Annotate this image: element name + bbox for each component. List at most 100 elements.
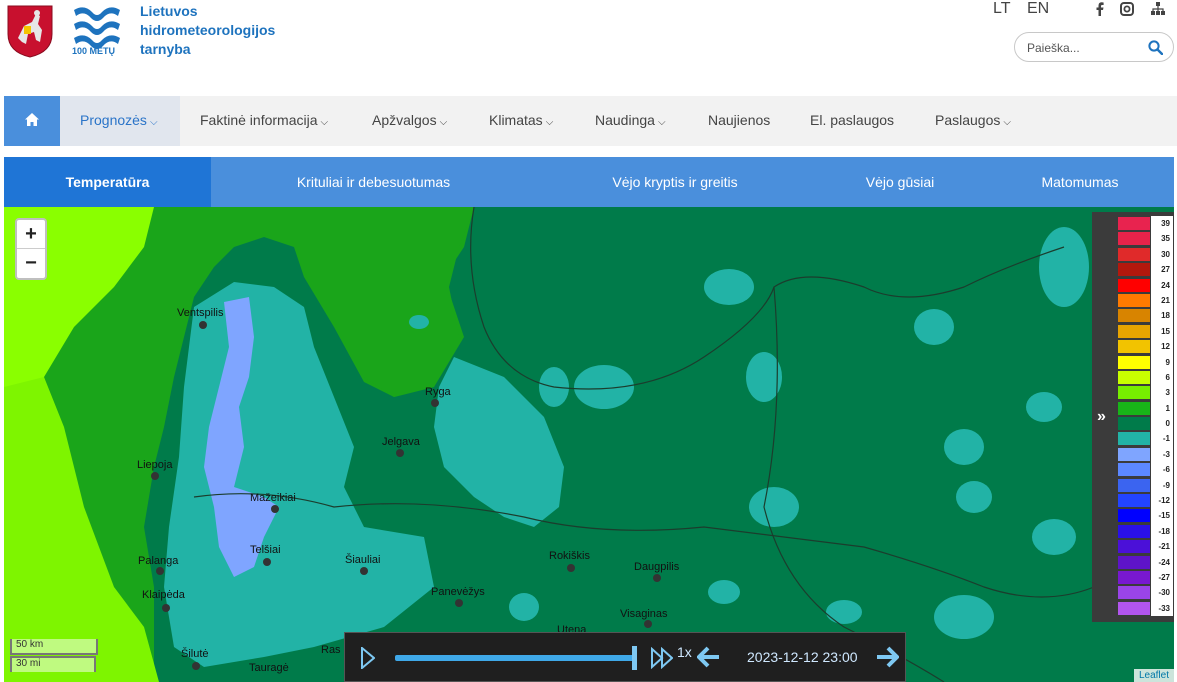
legend-value: 9	[1151, 354, 1173, 370]
tab-vejo-gusiai[interactable]: Vėjo gūsiai	[814, 157, 986, 207]
city-marker[interactable]	[199, 321, 207, 329]
legend-swatch	[1118, 217, 1150, 230]
city-label: Ras	[321, 644, 341, 656]
nav-item-paslaugos[interactable]: Paslaugos ⌵	[935, 96, 1011, 146]
legend-swatch	[1118, 263, 1150, 277]
city-marker[interactable]	[162, 604, 170, 612]
legend-swatch	[1118, 340, 1150, 354]
legend-value: 39	[1151, 216, 1173, 232]
legend-value: -15	[1151, 508, 1173, 524]
city-label: Jelgava	[382, 436, 420, 448]
chevron-down-icon: ⌵	[545, 117, 554, 128]
zoom-out-button[interactable]: −	[17, 249, 45, 278]
home-button[interactable]	[4, 96, 60, 146]
organization-name[interactable]: Lietuvos hidrometeorologijos tarnyba	[140, 2, 275, 59]
legend-row: 6	[1118, 369, 1173, 386]
chevron-down-icon: ⌵	[149, 117, 158, 128]
time-slider-track[interactable]	[395, 655, 637, 661]
lang-en-link[interactable]: EN	[1027, 0, 1049, 18]
site-header: 100 METŲ Lietuvos hidrometeorologijos ta…	[0, 0, 1177, 92]
city-label: Liepoja	[137, 459, 173, 471]
legend-row: 18	[1118, 308, 1173, 324]
legend-value: 18	[1151, 308, 1173, 324]
nav-item-el-paslaugos[interactable]: El. paslaugos	[810, 96, 894, 146]
logo-caption: 100 METŲ	[72, 46, 116, 56]
legend-value: -21	[1151, 539, 1173, 555]
city-marker[interactable]	[455, 599, 463, 607]
nav-item-apzvalgos[interactable]: Apžvalgos ⌵	[372, 96, 447, 146]
fast-forward-icon[interactable]	[651, 647, 673, 669]
double-chevron-right-icon: »	[1097, 408, 1106, 425]
nav-item-label: Naujienos	[708, 112, 771, 128]
arrow-left-icon[interactable]	[697, 646, 721, 668]
city-marker[interactable]	[567, 564, 575, 572]
legend-value: 3	[1151, 385, 1173, 401]
play-icon[interactable]	[361, 647, 375, 669]
nav-item-klimatas[interactable]: Klimatas ⌵	[489, 96, 553, 146]
legend-value: -1	[1151, 431, 1173, 447]
nav-item-label: Faktinė informacija	[200, 112, 318, 128]
nav-item-label: El. paslaugos	[810, 112, 895, 128]
leaflet-attribution-link[interactable]: Leaflet	[1133, 669, 1174, 682]
instagram-icon[interactable]	[1120, 2, 1134, 16]
chevron-down-icon: ⌵	[439, 117, 448, 128]
chevron-down-icon: ⌵	[320, 117, 329, 128]
tab-matomumas[interactable]: Matomumas	[986, 157, 1174, 207]
legend-swatch	[1118, 570, 1150, 584]
legend-swatch	[1118, 324, 1150, 338]
city-marker[interactable]	[653, 574, 661, 582]
city-label: Telšiai	[250, 544, 281, 556]
legend-value: -24	[1151, 554, 1173, 570]
city-marker[interactable]	[156, 567, 164, 575]
playback-speed[interactable]: 1x	[677, 644, 692, 660]
org-name-line: Lietuvos	[140, 3, 198, 19]
search-input[interactable]	[1027, 39, 1147, 57]
nav-item-prognozes[interactable]: Prognozės ⌵	[60, 96, 180, 146]
search-icon[interactable]	[1148, 40, 1163, 55]
temperature-map[interactable]: + − Ventspilis Ryga Jelgava Liepoja Maže…	[4, 207, 1174, 682]
facebook-icon[interactable]	[1093, 2, 1107, 16]
legend-row: 9	[1118, 354, 1173, 370]
nav-item-naujienos[interactable]: Naujienos	[708, 96, 770, 146]
legend-row: 27	[1118, 262, 1173, 278]
tab-vejo-kryptis[interactable]: Vėjo kryptis ir greitis	[536, 157, 814, 207]
city-marker[interactable]	[263, 558, 271, 566]
city-marker[interactable]	[192, 662, 200, 670]
city-marker[interactable]	[396, 449, 404, 457]
city-marker[interactable]	[151, 472, 159, 480]
legend-row: 39	[1118, 216, 1173, 232]
legend-row: 30	[1118, 246, 1173, 263]
legend-swatch	[1118, 247, 1150, 261]
nav-item-faktine-informacija[interactable]: Faktinė informacija ⌵	[200, 96, 328, 146]
legend-value: 21	[1151, 292, 1173, 309]
city-label: Visaginas	[620, 608, 668, 620]
legend-swatch	[1118, 555, 1150, 569]
legend-swatch	[1118, 509, 1150, 523]
city-marker[interactable]	[271, 505, 279, 513]
legend-row: -18	[1118, 523, 1173, 540]
legend-swatch	[1118, 478, 1150, 492]
city-label: Mažeikiai	[250, 492, 296, 504]
city-marker[interactable]	[431, 399, 439, 407]
sitemap-icon[interactable]	[1151, 2, 1165, 16]
tab-krituliai[interactable]: Krituliai ir debesuotumas	[211, 157, 536, 207]
tab-temperatura[interactable]: Temperatūra	[4, 157, 211, 207]
city-label: Ventspilis	[177, 307, 224, 319]
org-name-line: tarnyba	[140, 41, 191, 57]
legend-swatch	[1118, 355, 1150, 369]
time-slider-handle[interactable]	[632, 646, 637, 670]
legend-value: 0	[1151, 416, 1173, 432]
lang-lt-link[interactable]: LT	[993, 0, 1010, 18]
city-marker[interactable]	[644, 620, 652, 628]
zoom-in-button[interactable]: +	[17, 220, 45, 249]
nav-item-naudinga[interactable]: Naudinga ⌵	[595, 96, 666, 146]
legend-value: 1	[1151, 400, 1173, 417]
legend-toggle-button[interactable]: »	[1092, 212, 1114, 622]
time-player: 1x 2023-12-12 23:00	[344, 632, 906, 682]
legend-row: 15	[1118, 323, 1173, 340]
legend-row: -33	[1118, 600, 1173, 617]
search-box	[1014, 32, 1174, 62]
arrow-right-icon[interactable]	[875, 646, 899, 668]
lithuania-coat-of-arms-icon	[7, 5, 53, 58]
city-marker[interactable]	[360, 567, 368, 575]
